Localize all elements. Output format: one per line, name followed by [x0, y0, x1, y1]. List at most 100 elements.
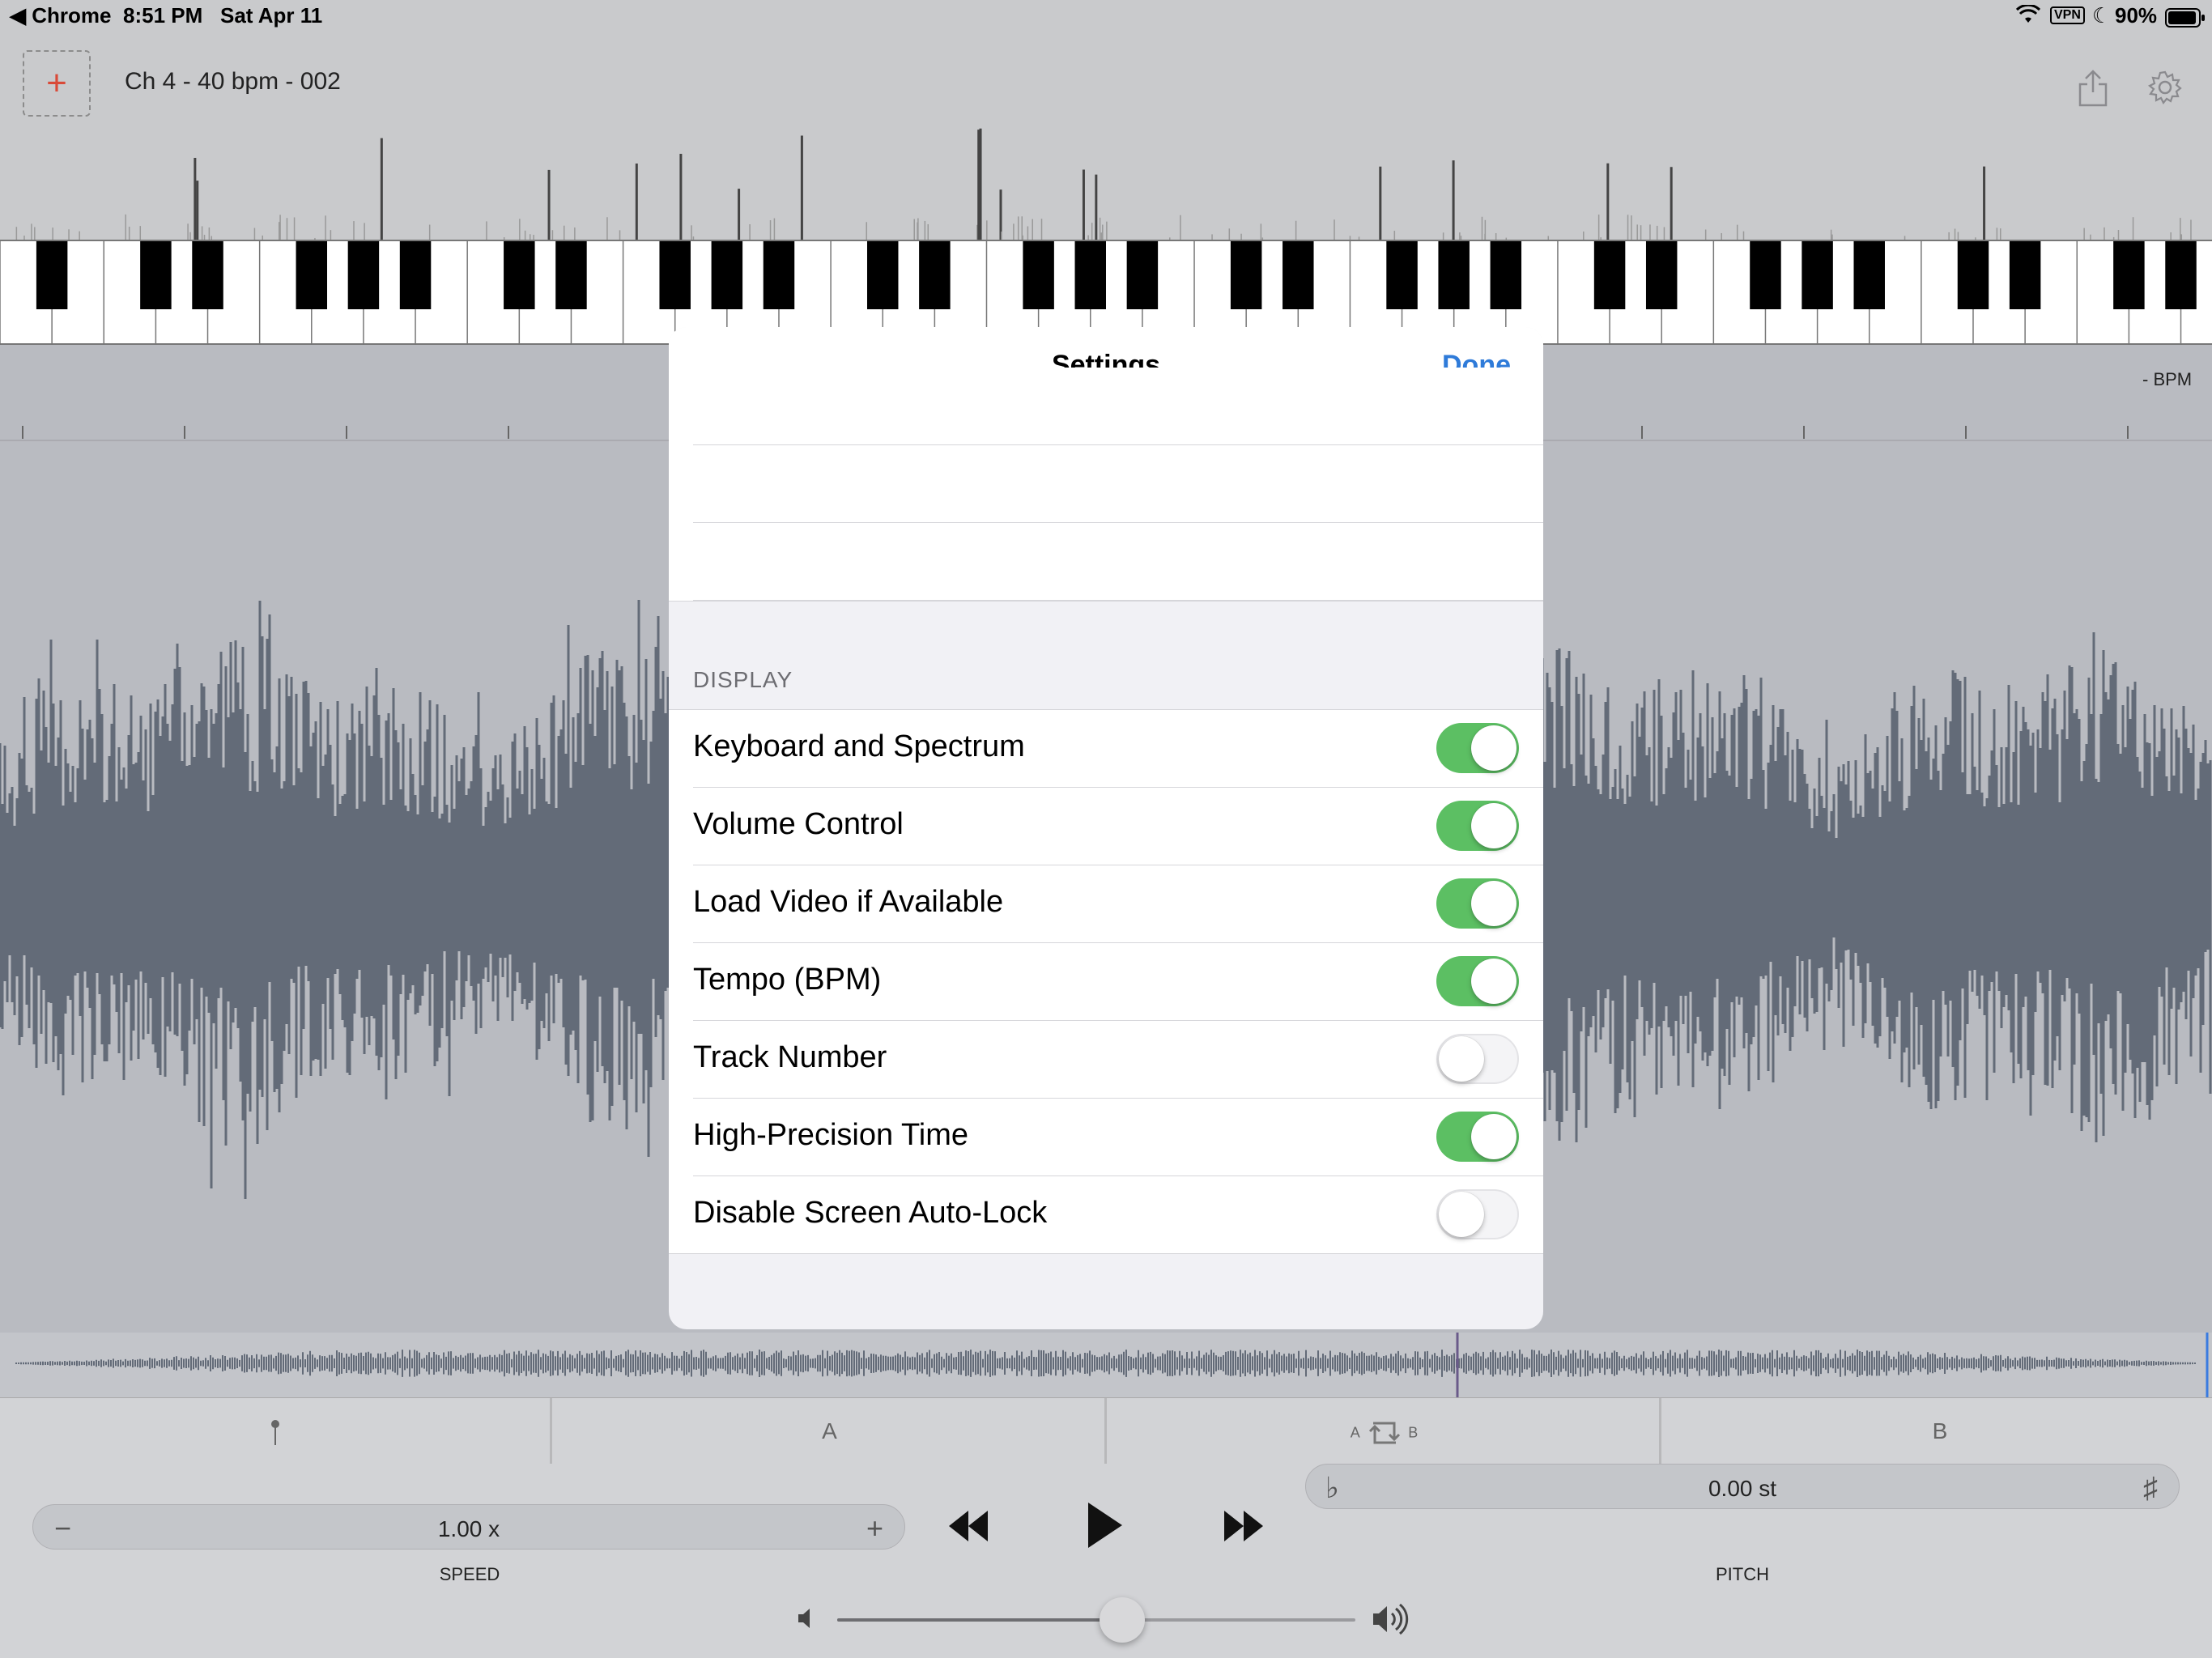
black-key [1645, 241, 1678, 309]
black-key [2113, 241, 2145, 309]
ab-loop-bar: A A B B [0, 1397, 2212, 1465]
speed-caption: SPEED [439, 1564, 500, 1584]
black-key [399, 241, 432, 309]
loop-a-label: A [1350, 1424, 1360, 1441]
volume-low-icon [797, 1606, 819, 1635]
hidden-setting-row [669, 445, 1543, 523]
black-key [1126, 241, 1159, 309]
speed-plus-button[interactable]: + [866, 1511, 883, 1545]
battery-icon [2165, 8, 2206, 33]
settings-row: Disable Screen Auto-Lock [669, 1176, 1543, 1254]
settings-row-label: Load Video if Available [693, 885, 1004, 919]
speed-value: 1.00 x [437, 1516, 500, 1541]
volume-knob[interactable] [1100, 1597, 1145, 1643]
moon-icon: ☾ [2092, 3, 2112, 28]
toggle-knob [1471, 803, 1516, 848]
volume-fill [837, 1618, 1122, 1622]
document-title[interactable]: Ch 4 - 40 bpm - 002 [125, 68, 341, 96]
settings-row: Load Video if Available [669, 865, 1543, 943]
settings-row-label: Volume Control [693, 807, 904, 841]
black-key [1230, 241, 1262, 309]
row-separator [669, 1253, 1543, 1254]
toggle-switch[interactable] [1436, 956, 1519, 1006]
set-b-button[interactable]: B [1664, 1398, 2212, 1465]
battery-percent: 90% [2115, 3, 2158, 28]
black-key [1750, 241, 1781, 309]
status-bar: ◀ Chrome 8:51 PM Sat Apr 11 VPN ☾ 90% [0, 0, 2212, 34]
settings-row-label: High-Precision Time [693, 1118, 968, 1152]
marker-button[interactable] [0, 1398, 552, 1465]
toggle-switch[interactable] [1436, 801, 1519, 851]
black-key [1802, 241, 1833, 309]
black-key [1957, 241, 1989, 309]
volume-slider[interactable] [837, 1597, 1355, 1643]
black-key [140, 241, 172, 309]
black-key [296, 241, 328, 309]
loop-icon [1368, 1422, 1400, 1444]
play-icon[interactable] [1085, 1501, 1125, 1554]
toggle-switch[interactable] [1436, 1189, 1519, 1239]
gear-icon[interactable] [2147, 70, 2183, 109]
fast-forward-icon[interactable] [1221, 1506, 1266, 1550]
transport-controls: − 1.00 x + SPEED ♭ 0.00 st ♯ PITCH [0, 1464, 2212, 1658]
toggle-knob [1471, 725, 1516, 771]
settings-row: Tempo (BPM) [669, 943, 1543, 1021]
black-key [919, 241, 951, 309]
status-time: 8:51 PM [123, 3, 203, 28]
spectrum-display [0, 121, 2212, 241]
black-key [36, 241, 68, 309]
share-icon[interactable] [2078, 70, 2108, 111]
settings-row-label: Track Number [693, 1040, 887, 1074]
toggle-switch[interactable] [1436, 723, 1519, 773]
set-a-button[interactable]: A [555, 1398, 1107, 1465]
black-key [2165, 241, 2197, 309]
black-key [866, 241, 899, 309]
settings-row: Volume Control [669, 788, 1543, 865]
waveform-overview[interactable] [0, 1333, 2212, 1397]
black-key [1438, 241, 1470, 309]
black-key [659, 241, 691, 309]
toggle-knob [1439, 1036, 1484, 1082]
section-header-display: DISPLAY [693, 667, 793, 692]
toggle-switch[interactable] [1436, 1112, 1519, 1162]
speed-control[interactable]: − 1.00 x + [32, 1504, 905, 1550]
bpm-label: - BPM [2142, 369, 2193, 389]
settings-modal: Settings Done DISPLAY Keyboard and Spect… [669, 327, 1543, 1329]
toggle-switch[interactable] [1436, 1034, 1519, 1084]
black-key [555, 241, 587, 309]
black-key [347, 241, 380, 309]
black-key [1853, 241, 1885, 309]
wifi-icon [2015, 3, 2041, 30]
loop-toggle-button[interactable]: A B [1109, 1398, 1661, 1465]
add-file-button[interactable]: + [23, 50, 91, 117]
settings-row-label: Disable Screen Auto-Lock [693, 1196, 1048, 1230]
overview-path [15, 1350, 2196, 1377]
toggle-switch[interactable] [1436, 878, 1519, 929]
rewind-icon[interactable] [946, 1506, 991, 1550]
settings-row-label: Tempo (BPM) [693, 963, 882, 997]
settings-row-label: Keyboard and Spectrum [693, 729, 1025, 763]
settings-row: High-Precision Time [669, 1099, 1543, 1176]
black-key [2009, 241, 2041, 309]
hidden-setting-row [669, 368, 1543, 445]
toggle-knob [1471, 881, 1516, 926]
volume-high-icon [1372, 1603, 1409, 1639]
black-key [1490, 241, 1522, 309]
status-date: Sat Apr 11 [220, 3, 323, 28]
black-key [192, 241, 223, 309]
black-key [1593, 241, 1626, 309]
hidden-setting-row [669, 523, 1543, 601]
toggle-knob [1471, 959, 1516, 1004]
black-key [504, 241, 535, 309]
settings-row: Track Number [669, 1021, 1543, 1099]
pitch-sharp-button[interactable]: ♯ [2143, 1471, 2158, 1505]
vpn-badge: VPN [2050, 6, 2085, 24]
black-key [1386, 241, 1418, 309]
black-key [1023, 241, 1054, 309]
settings-row: Keyboard and Spectrum [669, 710, 1543, 788]
toggle-knob [1439, 1192, 1484, 1237]
black-key [711, 241, 743, 309]
pitch-control[interactable]: ♭ 0.00 st ♯ [1305, 1464, 2180, 1509]
back-to-app[interactable]: ◀ Chrome [10, 3, 111, 28]
black-key [763, 241, 795, 309]
